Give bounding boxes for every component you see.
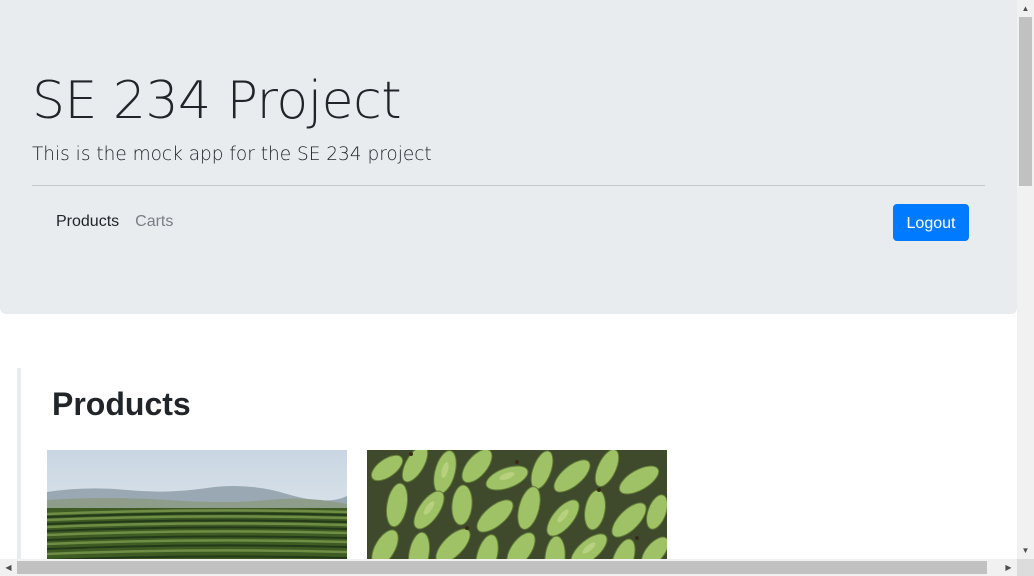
arrow-up-icon[interactable]: ▲ — [1017, 0, 1034, 17]
arrow-down-icon[interactable]: ▼ — [1017, 542, 1034, 559]
vertical-scroll-thumb[interactable] — [1019, 17, 1032, 186]
logout-button[interactable]: Logout — [893, 204, 969, 241]
scrollbar-corner — [1017, 559, 1034, 576]
nav-link-carts[interactable]: Carts — [127, 208, 181, 236]
product-card[interactable] — [47, 450, 347, 559]
product-card[interactable] — [367, 450, 667, 559]
arrow-right-icon[interactable]: ▶ — [1000, 559, 1017, 576]
main-nav: Products Carts — [48, 208, 181, 236]
horizontal-scrollbar[interactable]: ◀ ▶ — [0, 559, 1034, 576]
page-viewport: SE 234 Project This is the mock app for … — [0, 0, 1017, 559]
page-subtitle: This is the mock app for the SE 234 proj… — [32, 144, 432, 165]
green-bananas-image — [367, 450, 667, 559]
arrow-left-icon[interactable]: ◀ — [0, 559, 17, 576]
jumbotron-header: SE 234 Project This is the mock app for … — [0, 0, 1017, 314]
page-title: SE 234 Project — [32, 71, 402, 131]
horizontal-scroll-thumb[interactable] — [17, 561, 987, 574]
vertical-scrollbar[interactable]: ▲ ▼ — [1017, 0, 1034, 559]
products-heading: Products — [52, 386, 191, 422]
field-rows-image — [47, 450, 347, 559]
header-divider — [32, 185, 985, 186]
products-section: Products — [17, 368, 1017, 559]
nav-link-products[interactable]: Products — [48, 208, 127, 236]
